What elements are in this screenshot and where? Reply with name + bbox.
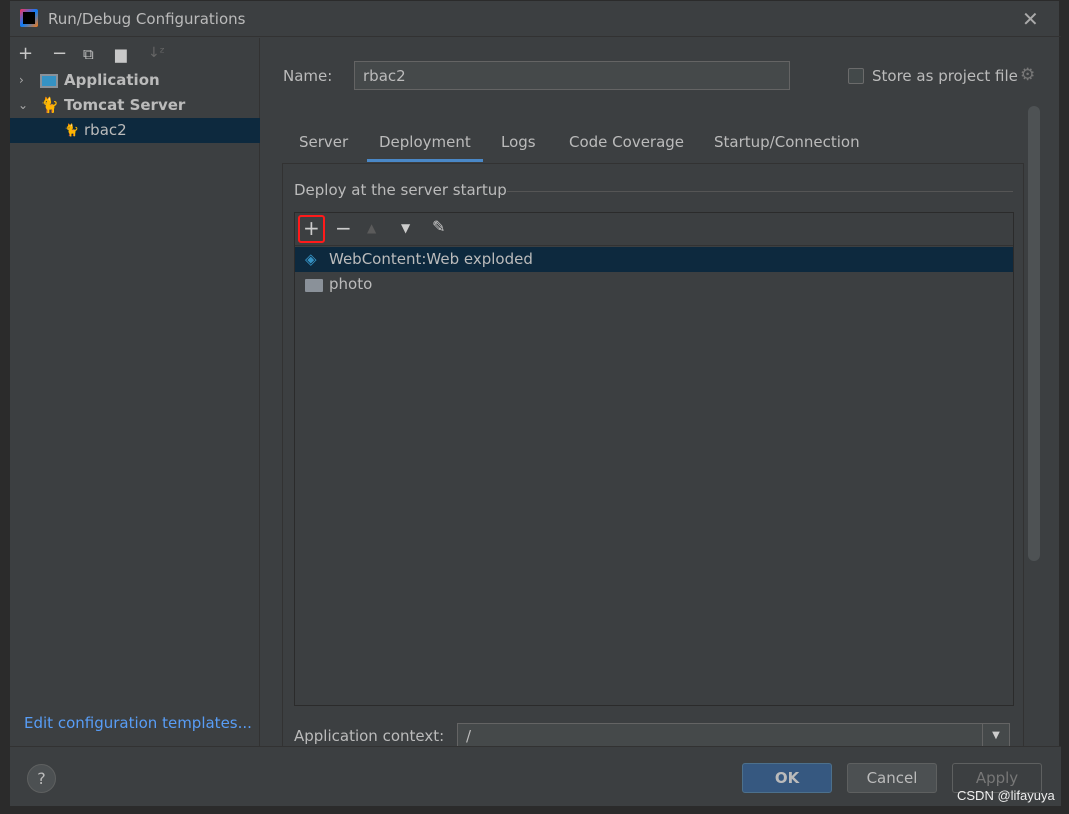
gear-icon[interactable]: ⚙: [1020, 65, 1035, 85]
intellij-logo-icon: [20, 9, 38, 27]
tomcat-icon: 🐈: [40, 96, 59, 114]
tree-item-application[interactable]: › Application: [10, 68, 260, 93]
name-label: Name:: [283, 67, 333, 85]
add-icon[interactable]: +: [18, 43, 33, 64]
store-checkbox[interactable]: [848, 68, 864, 84]
chevron-down-icon[interactable]: ⌄: [18, 93, 28, 118]
ok-button[interactable]: OK: [742, 763, 832, 793]
close-icon[interactable]: ✕: [1022, 7, 1039, 31]
cancel-button[interactable]: Cancel: [847, 763, 937, 793]
list-item[interactable]: ◈ WebContent:Web exploded: [295, 247, 1013, 272]
tree-item-rbac2[interactable]: 🐈 rbac2: [10, 118, 260, 143]
list-item[interactable]: photo: [295, 272, 1013, 297]
section-title: Deploy at the server startup: [294, 181, 507, 199]
remove-icon[interactable]: −: [52, 43, 67, 64]
tree-label: Tomcat Server: [64, 96, 186, 114]
sort-icon[interactable]: ↓ᶻ: [148, 45, 165, 61]
title-bar: Run/Debug Configurations ✕: [10, 1, 1061, 37]
watermark: CSDN @lifayuya: [957, 788, 1055, 803]
store-label[interactable]: Store as project file: [872, 67, 1018, 85]
deployment-list-panel: + − ▲ ▼ ✎ ◈ WebContent:Web exploded phot…: [294, 212, 1014, 706]
list-item-label: WebContent:Web exploded: [329, 250, 533, 268]
tab-code-coverage[interactable]: Code Coverage: [569, 133, 684, 151]
chevron-right-icon[interactable]: ›: [19, 68, 24, 93]
config-sidebar: + − ⧉ ▆ ↓ᶻ › Application ⌄ 🐈 Tomcat Serv…: [10, 38, 260, 746]
move-down-icon[interactable]: ▼: [401, 221, 410, 235]
tomcat-icon: 🐈: [64, 123, 79, 137]
folder-icon: [305, 279, 323, 292]
divider: [507, 191, 1013, 192]
remove-icon[interactable]: −: [335, 216, 352, 240]
deployment-list: ◈ WebContent:Web exploded photo: [295, 245, 1013, 705]
scrollbar[interactable]: [1028, 106, 1040, 561]
edit-pencil-icon[interactable]: ✎: [432, 217, 445, 236]
new-folder-icon[interactable]: ▆: [115, 45, 127, 63]
name-input[interactable]: [354, 61, 790, 90]
context-label: Application context:: [294, 727, 445, 745]
dialog-title: Run/Debug Configurations: [48, 10, 246, 28]
tab-deployment[interactable]: Deployment: [367, 133, 483, 162]
application-icon: [40, 74, 58, 88]
web-artifact-icon: ◈: [305, 250, 317, 268]
button-bar: ? OK Cancel Apply: [10, 746, 1061, 806]
tree-item-tomcat-server[interactable]: ⌄ 🐈 Tomcat Server: [10, 93, 260, 118]
run-debug-dialog: Run/Debug Configurations ✕ + − ⧉ ▆ ↓ᶻ › …: [9, 0, 1061, 806]
help-button[interactable]: ?: [27, 764, 56, 793]
tab-startup-connection[interactable]: Startup/Connection: [714, 133, 860, 151]
copy-icon[interactable]: ⧉: [83, 45, 94, 63]
tab-server[interactable]: Server: [299, 133, 348, 151]
tab-logs[interactable]: Logs: [501, 133, 536, 151]
list-item-label: photo: [329, 275, 373, 293]
add-icon[interactable]: +: [303, 216, 320, 240]
edit-templates-link[interactable]: Edit configuration templates...: [24, 714, 252, 732]
tree-label: Application: [64, 71, 160, 89]
move-up-icon[interactable]: ▲: [367, 221, 376, 235]
tree-label: rbac2: [84, 121, 127, 139]
chevron-down-icon[interactable]: ▼: [982, 724, 1009, 748]
